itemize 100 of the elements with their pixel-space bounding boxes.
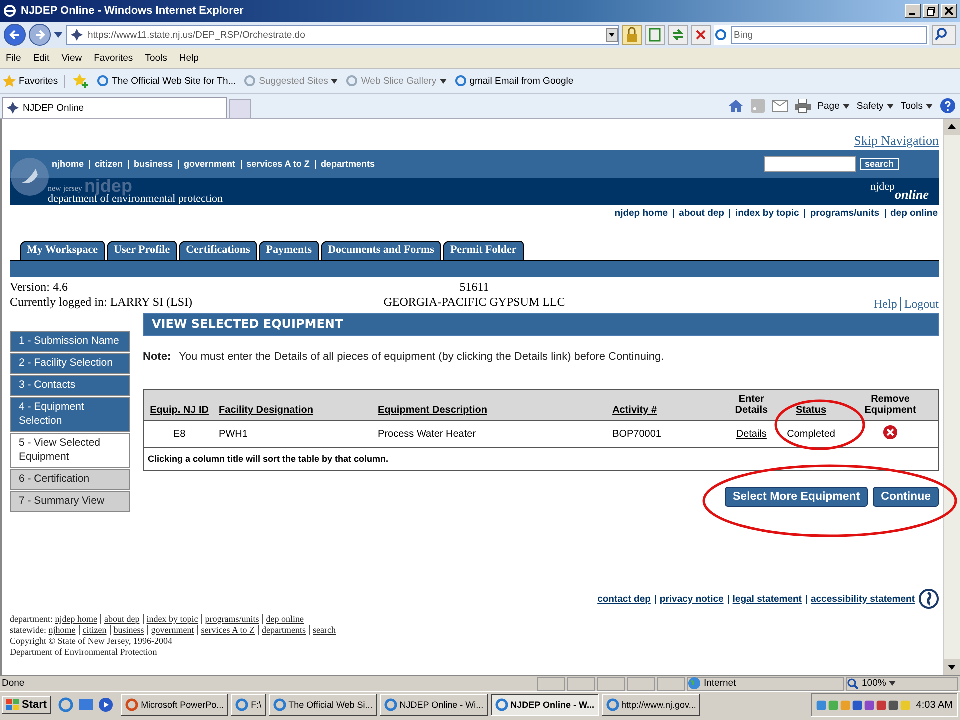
menu-item[interactable]: Favorites <box>94 52 134 64</box>
page-tab[interactable]: My Workspace <box>20 241 105 260</box>
page-tab[interactable]: Certifications <box>179 241 258 260</box>
forward-button[interactable] <box>29 24 51 46</box>
menu-item[interactable]: Tools <box>145 52 168 64</box>
home-icon[interactable] <box>728 99 744 113</box>
footer-link[interactable]: government <box>147 625 198 635</box>
footer-link[interactable]: privacy notice <box>654 594 728 604</box>
wizard-step[interactable]: 2 - Facility Selection <box>10 353 130 374</box>
taskbar-button[interactable]: The Official Web Si... <box>268 694 377 716</box>
footer-link[interactable]: programs/units <box>201 614 262 624</box>
lock-icon[interactable] <box>622 25 642 45</box>
page-tab[interactable]: Documents and Forms <box>321 241 442 260</box>
favorites-button[interactable]: Favorites <box>3 74 66 88</box>
command-menu[interactable]: Safety <box>856 100 894 112</box>
site-search-field[interactable] <box>764 156 856 172</box>
remove-icon[interactable] <box>883 425 898 440</box>
site-link[interactable]: about dep <box>673 208 730 218</box>
wizard-step[interactable]: 7 - Summary View <box>10 491 130 512</box>
nav-link[interactable]: citizen <box>89 160 128 168</box>
select-more-button[interactable]: Select More Equipment <box>725 487 868 507</box>
close-button[interactable] <box>941 4 957 18</box>
help-link[interactable]: Help <box>874 297 898 311</box>
minimize-button[interactable] <box>905 4 921 18</box>
skip-navigation-link[interactable]: Skip Navigation <box>854 133 939 149</box>
tray-icon[interactable] <box>876 700 888 710</box>
details-link[interactable]: Details <box>736 428 767 440</box>
column-header[interactable]: Activity # <box>608 390 724 420</box>
footer-link[interactable]: departments <box>258 625 310 635</box>
scroll-down-icon[interactable] <box>944 659 960 675</box>
start-button[interactable]: Start <box>2 696 52 714</box>
tray-icon[interactable] <box>816 700 828 710</box>
logout-link[interactable]: Logout <box>900 297 940 311</box>
wizard-step[interactable]: 5 - View Selected Equipment <box>10 433 130 468</box>
site-link[interactable]: njdep home <box>610 208 674 218</box>
tray-icon[interactable] <box>888 700 900 710</box>
column-header[interactable]: Facility Designation <box>215 390 374 420</box>
zoom-control[interactable]: 100% <box>846 676 958 690</box>
footer-link[interactable]: business <box>110 625 148 635</box>
restore-button[interactable] <box>923 4 939 18</box>
media-icon[interactable] <box>98 697 114 713</box>
print-icon[interactable] <box>794 99 811 113</box>
mail-icon[interactable] <box>772 100 788 112</box>
menu-item[interactable]: Help <box>179 52 199 64</box>
command-menu[interactable]: Tools <box>900 100 933 112</box>
dropdown-icon[interactable] <box>606 28 618 42</box>
nav-link[interactable]: departments <box>314 160 380 168</box>
search-icon[interactable] <box>932 25 956 45</box>
footer-link[interactable]: about dep <box>100 614 143 624</box>
back-button[interactable] <box>4 24 26 46</box>
scrollbar[interactable] <box>943 119 960 675</box>
browser-tab[interactable]: NJDEP Online <box>2 97 227 118</box>
wizard-step[interactable]: 4 - Equipment Selection <box>10 397 130 432</box>
desktop-icon[interactable] <box>78 697 94 713</box>
menu-item[interactable]: File <box>6 52 22 64</box>
nav-link[interactable]: njhome <box>47 160 90 168</box>
search-field[interactable]: Bing <box>731 26 927 44</box>
footer-link[interactable]: index by topic <box>142 614 202 624</box>
search-button[interactable]: search <box>860 158 899 170</box>
taskbar-button[interactable]: Microsoft PowerPo... <box>121 694 228 716</box>
column-header[interactable]: Equip. NJ ID <box>144 390 216 420</box>
nav-link[interactable]: business <box>128 160 178 168</box>
taskbar-button[interactable]: F:\ <box>231 694 266 716</box>
caret-icon[interactable] <box>54 32 63 38</box>
footer-link[interactable]: njdep home <box>55 614 100 624</box>
footer-link[interactable]: citizen <box>78 625 110 635</box>
column-header[interactable]: Equipment Description <box>374 390 609 420</box>
accessibility-icon[interactable] <box>919 589 939 609</box>
tray-icon[interactable] <box>864 700 876 710</box>
footer-link[interactable]: search <box>309 625 339 635</box>
page-tab[interactable]: User Profile <box>107 241 178 260</box>
taskbar-button[interactable]: NJDEP Online - W... <box>490 694 599 716</box>
column-header[interactable]: Status <box>779 390 844 420</box>
command-menu[interactable]: Page <box>818 100 850 112</box>
footer-link[interactable]: contact dep <box>594 594 655 604</box>
add-favorite-icon[interactable] <box>73 74 90 88</box>
favorite-link[interactable]: gmail Email from Google <box>454 75 574 87</box>
taskbar-button[interactable]: http://www.nj.gov... <box>602 694 700 716</box>
page-tab[interactable]: Permit Folder <box>443 241 524 260</box>
nav-link[interactable]: government <box>178 160 241 168</box>
footer-link[interactable]: njhome <box>48 625 79 635</box>
menu-item[interactable]: View <box>62 52 82 64</box>
footer-link[interactable]: legal statement <box>728 594 806 604</box>
wizard-step[interactable]: 1 - Submission Name <box>10 331 130 352</box>
footer-link[interactable]: services A to Z <box>197 625 258 635</box>
scroll-up-icon[interactable] <box>944 119 960 135</box>
tray-icon[interactable] <box>852 700 864 710</box>
refresh-icon[interactable] <box>668 25 688 45</box>
address-field[interactable]: https://www11.state.nj.us/DEP_RSP/Orchestrate.do <box>66 25 619 45</box>
site-link[interactable]: index by topic <box>729 208 804 218</box>
site-link[interactable]: programs/units <box>804 208 884 218</box>
stop-icon[interactable] <box>691 25 711 45</box>
menu-item[interactable]: Edit <box>33 52 50 64</box>
footer-link[interactable]: dep online <box>262 614 307 624</box>
taskbar-button[interactable]: NJDEP Online - Wi... <box>380 694 488 716</box>
continue-button[interactable]: Continue <box>873 487 939 507</box>
wizard-step[interactable]: 3 - Contacts <box>10 375 130 396</box>
favorite-link[interactable]: The Official Web Site for Th... <box>97 75 236 87</box>
nav-link[interactable]: services A to Z <box>240 160 315 168</box>
page-tab[interactable]: Payments <box>259 241 320 260</box>
